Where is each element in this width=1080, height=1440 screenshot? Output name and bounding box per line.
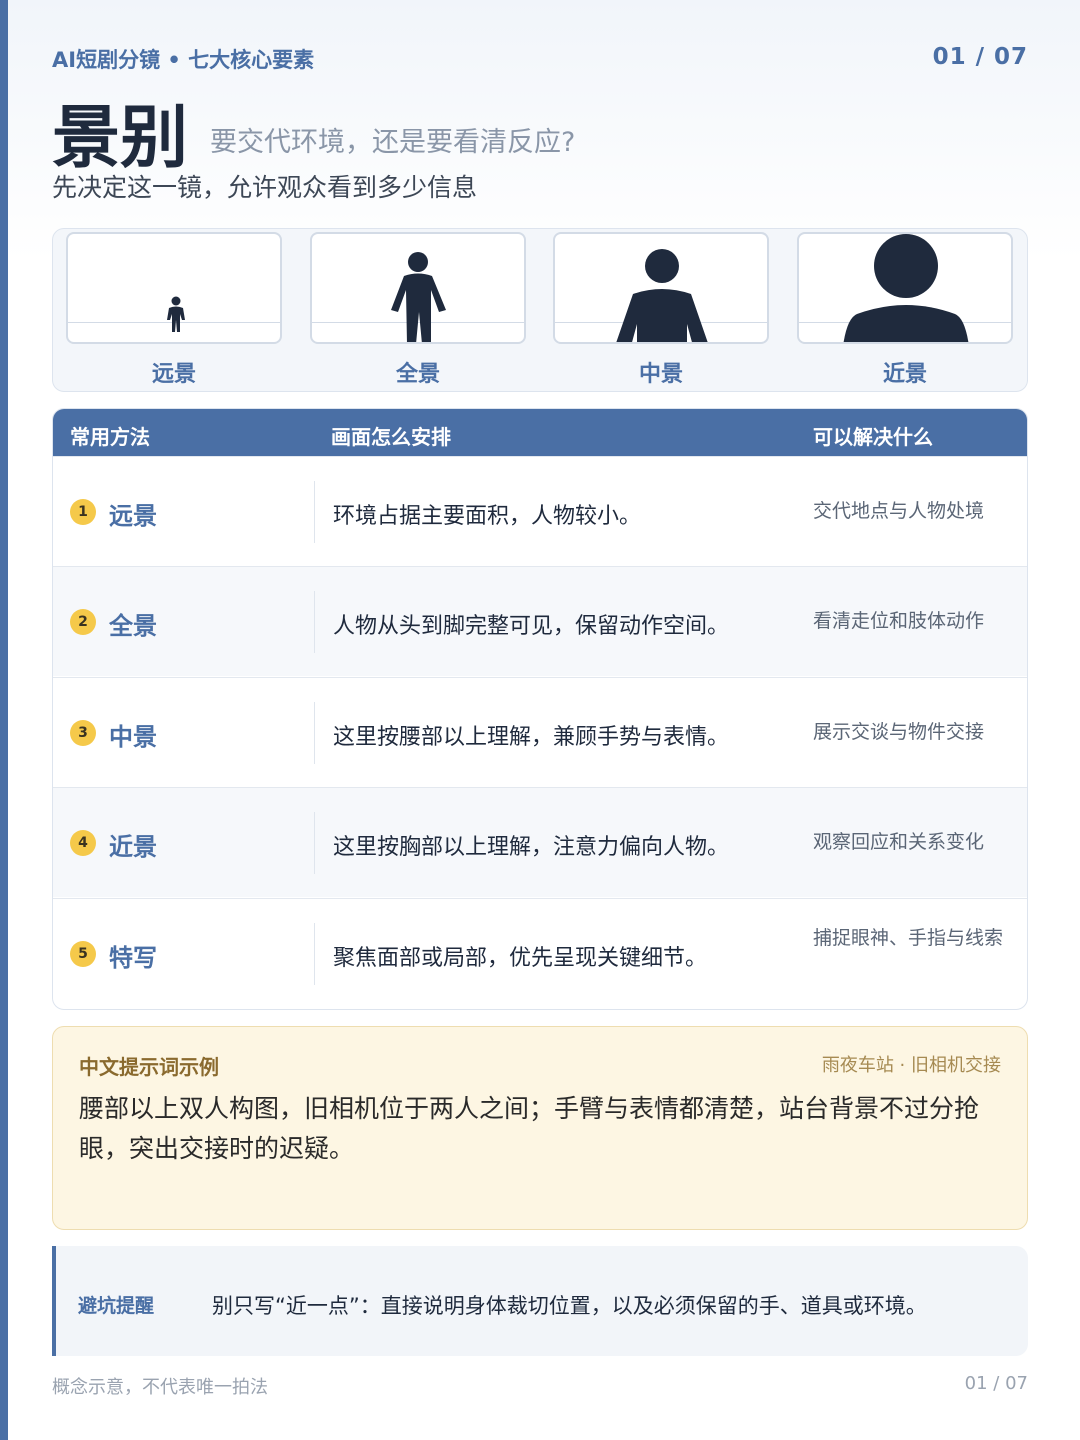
tip-text: 别只写“近一点”：直接说明身体裁切位置，以及必须保留的手、道具或环境。 xyxy=(212,1294,927,1318)
row-number-badge: 2 xyxy=(70,609,96,635)
series-title: AI短剧分镜 • 七大核心要素 xyxy=(52,48,315,72)
row-number-badge: 5 xyxy=(70,941,96,967)
column-header: 画面怎么安排 xyxy=(331,425,451,449)
row-method: 特写 xyxy=(109,944,157,972)
page-title: 景别 xyxy=(52,99,189,178)
chest-up-figure-icon xyxy=(843,234,969,342)
shot-frame xyxy=(797,232,1013,344)
shot-label: 全景 xyxy=(395,362,440,387)
tiny-standing-figure-icon xyxy=(167,296,185,332)
table-row: 4 近景 这里按胸部以上理解，注意力偏向人物。 观察回应和关系变化 xyxy=(53,787,1027,897)
prompt-title: 中文提示词示例 xyxy=(79,1055,219,1079)
row-number-badge: 3 xyxy=(70,720,96,746)
footer-note: 概念示意，不代表唯一拍法 xyxy=(52,1377,268,1398)
column-divider xyxy=(314,812,315,874)
shot-label: 远景 xyxy=(151,362,196,387)
row-arrangement: 这里按腰部以上理解，兼顾手势与表情。 xyxy=(333,725,730,750)
full-body-figure-icon xyxy=(391,252,446,342)
row-solves: 捕捉眼神、手指与线索 xyxy=(813,927,1004,949)
row-number-badge: 1 xyxy=(70,499,96,525)
shot-card-full: 全景 xyxy=(310,232,526,392)
row-method: 全景 xyxy=(109,612,157,640)
shot-frame xyxy=(66,232,282,344)
shot-frame xyxy=(553,232,769,344)
prompt-text: 腰部以上双人构图，旧相机位于两人之间；手臂与表情都清楚，站台背景不过分抢眼，突出… xyxy=(79,1094,980,1163)
row-number-badge: 4 xyxy=(70,830,96,856)
page-subtitle: 先决定这一镜，允许观众看到多少信息 xyxy=(52,173,478,202)
row-solves: 看清走位和肢体动作 xyxy=(813,610,985,632)
prompt-scene: 雨夜车站 · 旧相机交接 xyxy=(821,1055,1001,1076)
table-row: 2 全景 人物从头到脚完整可见，保留动作空间。 看清走位和肢体动作 xyxy=(53,566,1027,676)
methods-table: 常用方法 画面怎么安排 可以解决什么 1 远景 环境占据主要面积，人物较小。 交… xyxy=(52,408,1028,1010)
column-divider xyxy=(314,702,315,764)
column-divider xyxy=(314,591,315,653)
column-divider xyxy=(314,481,315,543)
shot-size-strip: 远景 全景 中景 近景 xyxy=(52,228,1028,392)
row-solves: 交代地点与人物处境 xyxy=(813,500,985,522)
row-method: 中景 xyxy=(109,723,157,751)
prompt-example-box: 中文提示词示例 雨夜车站 · 旧相机交接 腰部以上双人构图，旧相机位于两人之间；… xyxy=(52,1026,1028,1230)
shot-label: 近景 xyxy=(882,362,927,387)
shot-card-medium: 中景 xyxy=(553,232,769,392)
column-divider xyxy=(314,923,315,985)
shot-card-close: 近景 xyxy=(797,232,1013,392)
shot-frame xyxy=(310,232,526,344)
header-top: AI短剧分镜 • 七大核心要素 01 / 07 xyxy=(52,44,1028,74)
table-row: 1 远景 环境占据主要面积，人物较小。 交代地点与人物处境 xyxy=(53,456,1027,566)
row-arrangement: 人物从头到脚完整可见，保留动作空间。 xyxy=(333,614,730,639)
row-method: 近景 xyxy=(109,833,157,861)
footer-page-indicator: 01 / 07 xyxy=(964,1373,1028,1394)
row-arrangement: 环境占据主要面积，人物较小。 xyxy=(333,504,642,529)
tip-label: 避坑提醒 xyxy=(78,1295,155,1317)
pitfall-tip-box: 避坑提醒 别只写“近一点”：直接说明身体裁切位置，以及必须保留的手、道具或环境。 xyxy=(52,1246,1028,1356)
page-indicator: 01 / 07 xyxy=(932,44,1028,70)
table-header: 常用方法 画面怎么安排 可以解决什么 xyxy=(53,409,1027,456)
row-solves: 观察回应和关系变化 xyxy=(813,831,985,853)
row-arrangement: 这里按胸部以上理解，注意力偏向人物。 xyxy=(333,835,730,860)
table-row: 5 特写 聚焦面部或局部，优先呈现关键细节。 捕捉眼神、手指与线索 xyxy=(53,898,1027,1009)
page-question: 要交代环境，还是要看清反应? xyxy=(210,127,576,158)
left-accent-bar xyxy=(0,0,8,1440)
shot-card-long: 远景 xyxy=(66,232,282,392)
shot-label: 中景 xyxy=(638,362,683,387)
row-method: 远景 xyxy=(109,502,157,530)
row-arrangement: 聚焦面部或局部，优先呈现关键细节。 xyxy=(333,946,708,971)
waist-up-figure-icon xyxy=(616,249,708,342)
column-header: 常用方法 xyxy=(70,425,150,449)
row-solves: 展示交谈与物件交接 xyxy=(813,721,985,743)
table-row: 3 中景 这里按腰部以上理解，兼顾手势与表情。 展示交谈与物件交接 xyxy=(53,677,1027,787)
column-header: 可以解决什么 xyxy=(813,425,933,449)
